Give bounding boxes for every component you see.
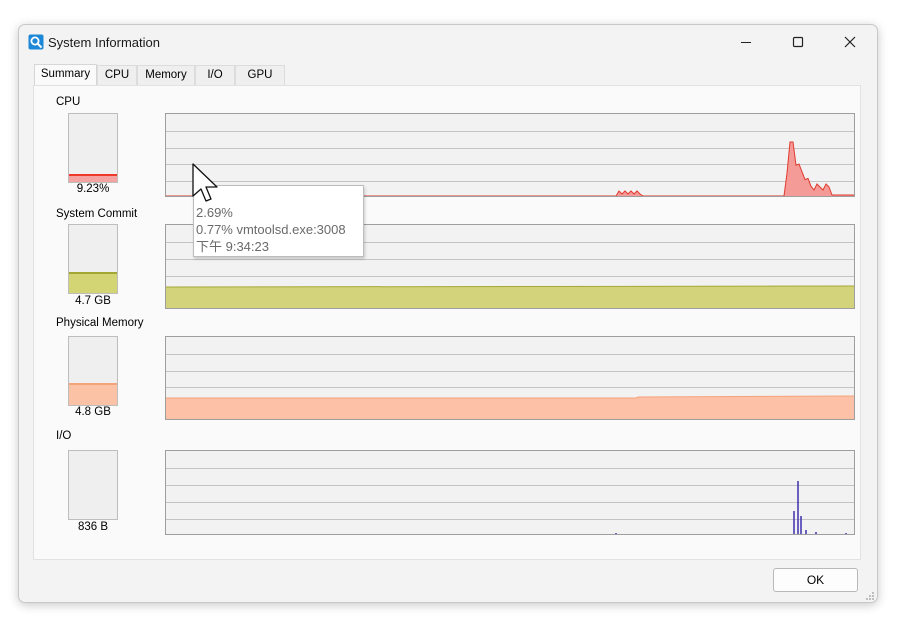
commit-value: 4.7 GB [75,295,111,307]
mouse-pointer-icon [192,163,218,202]
system-info-icon [28,34,44,50]
cpu-meter [68,113,118,183]
title-bar: System Information [19,25,877,59]
commit-meter [68,224,118,294]
cpu-meter-fill [69,173,117,182]
memory-value: 4.8 GB [75,406,111,418]
memory-section-label: Physical Memory [56,317,144,329]
ok-button[interactable]: OK [773,568,858,592]
tooltip-line-process: 0.77% vmtoolsd.exe:3008 [196,222,346,237]
io-meter [68,450,118,520]
tab-cpu[interactable]: CPU [97,65,137,85]
series-area [166,396,854,419]
tab-memory[interactable]: Memory [137,65,195,85]
commit-meter-fill [69,271,117,293]
minimize-icon [741,42,751,43]
cpu-section-label: CPU [56,96,81,108]
tab-io[interactable]: I/O [195,65,235,85]
memory-meter [68,336,118,406]
memory-meter-fill [69,382,117,405]
close-button[interactable] [827,25,873,59]
cpu-value: 9.23% [76,183,110,195]
io-section-label: I/O [56,430,72,442]
maximize-button[interactable] [775,25,821,59]
tab-summary[interactable]: Summary [34,64,97,86]
tooltip-line-time: 下午 9:34:23 [196,239,269,254]
memory-history-graph [165,336,855,420]
resize-grip-icon[interactable] [865,591,875,601]
summary-panel: CPU 9.23% System Commit 4.7 GB Physical … [33,85,861,560]
maximize-icon [792,36,804,48]
window-title: System Information [48,35,160,50]
series-area [166,286,854,308]
io-history-graph [165,450,855,535]
minimize-button[interactable] [723,25,769,59]
system-information-window: System Information Summary CPU Memory I/… [18,24,878,603]
io-value: 836 B [77,521,109,533]
close-icon [844,36,856,48]
tab-gpu[interactable]: GPU [235,65,285,85]
commit-section-label: System Commit [56,208,138,220]
